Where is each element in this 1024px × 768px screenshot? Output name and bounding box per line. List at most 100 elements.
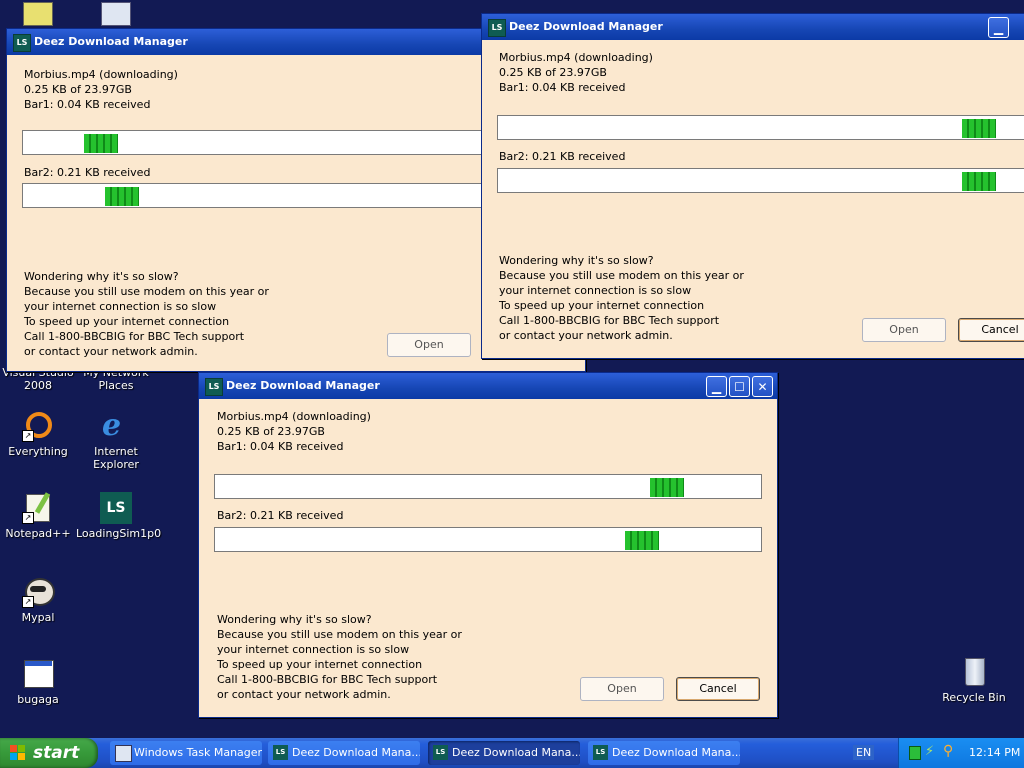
tray-app-icon[interactable] xyxy=(909,746,921,760)
start-label: start xyxy=(33,743,80,763)
message-line: or contact your network admin. xyxy=(24,345,198,358)
shortcut-arrow-icon: ↗ xyxy=(22,512,34,524)
minimize-icon: ▁ xyxy=(711,380,722,394)
desktop-icon-bugaga[interactable]: bugaga xyxy=(0,658,78,706)
bugaga-icon xyxy=(22,658,54,690)
progress-bar-2 xyxy=(214,527,762,552)
ls-app-icon: LS xyxy=(273,745,288,760)
cancel-button[interactable]: Cancel xyxy=(958,318,1024,342)
start-button[interactable]: start xyxy=(0,738,98,768)
open-button[interactable]: Open xyxy=(387,333,471,357)
progress-marquee xyxy=(962,119,996,138)
download-info: Morbius.mp4 (downloading) 0.25 KB of 23.… xyxy=(499,50,653,95)
desktop-icon-recycle-bin[interactable]: Recycle Bin xyxy=(934,656,1014,704)
search-icon[interactable]: ⚲ xyxy=(943,743,953,759)
cancel-button[interactable]: Cancel xyxy=(676,677,760,701)
minimize-icon: ▁ xyxy=(993,21,1004,35)
file-line: Morbius.mp4 (downloading) xyxy=(24,68,178,81)
minimize-button[interactable]: ▁ xyxy=(988,17,1009,38)
clock[interactable]: 12:14 PM xyxy=(969,746,1020,759)
bar2-label: Bar2: 0.21 KB received xyxy=(499,150,626,163)
message-line: Wondering why it's so slow? xyxy=(217,613,372,626)
desktop-icon-network-places[interactable] xyxy=(76,2,156,29)
language-indicator[interactable]: EN xyxy=(853,745,875,760)
ls-app-icon: LS xyxy=(433,745,448,760)
desktop-icon-visual-studio[interactable] xyxy=(0,2,78,29)
task-manager-icon xyxy=(115,745,132,762)
shortcut-arrow-icon: ↗ xyxy=(22,596,34,608)
progress-marquee xyxy=(962,172,996,191)
app-icon: LS xyxy=(205,378,223,396)
maximize-button[interactable]: ☐ xyxy=(729,376,750,397)
app-icon: LS xyxy=(488,19,506,37)
bar1-label: Bar1: 0.04 KB received xyxy=(499,81,626,94)
internet-explorer-icon: e xyxy=(102,408,122,443)
progress-bar-1 xyxy=(214,474,762,499)
close-icon: ✕ xyxy=(757,380,768,394)
message-line: Because you still use modem on this year… xyxy=(499,269,744,282)
open-button[interactable]: Open xyxy=(580,677,664,701)
progress-marquee xyxy=(625,531,659,550)
mypal-label: Mypal xyxy=(21,611,55,624)
task-label: Windows Task Manager xyxy=(134,746,262,759)
desktop-icon-everything[interactable]: ↗ Everything xyxy=(0,410,78,458)
recycle-bin-icon xyxy=(958,656,990,688)
windows-flag-icon xyxy=(10,745,26,761)
task-download-manager-1[interactable]: LS Deez Download Mana... xyxy=(268,741,420,765)
message-line: Call 1-800-BBCBIG for BBC Tech support xyxy=(499,314,720,327)
task-label: Deez Download Mana... xyxy=(452,746,580,759)
window-title: Deez Download Manager xyxy=(509,20,663,33)
bar2-label: Bar2: 0.21 KB received xyxy=(217,509,344,522)
task-label: Deez Download Mana... xyxy=(612,746,740,759)
size-line: 0.25 KB of 23.97GB xyxy=(499,66,607,79)
ls-app-icon: LS xyxy=(593,745,608,760)
progress-bar-1 xyxy=(497,115,1024,140)
network-icon[interactable]: ⚡ xyxy=(925,744,934,759)
desktop-icon-notepad-plus-plus[interactable]: ↗ Notepad++ xyxy=(0,492,78,540)
size-line: 0.25 KB of 23.97GB xyxy=(24,83,132,96)
window-title: Deez Download Manager xyxy=(34,35,188,48)
download-info: Morbius.mp4 (downloading) 0.25 KB of 23.… xyxy=(24,67,178,112)
file-line: Morbius.mp4 (downloading) xyxy=(217,410,371,423)
message-line: Wondering why it's so slow? xyxy=(499,254,654,267)
message-line: Wondering why it's so slow? xyxy=(24,270,179,283)
task-download-manager-3[interactable]: LS Deez Download Mana... xyxy=(588,741,740,765)
app-icon: LS xyxy=(13,34,31,52)
system-tray: ⚡ ⚲ 12:14 PM xyxy=(898,738,1024,768)
message-line: Call 1-800-BBCBIG for BBC Tech support xyxy=(217,673,438,686)
message-line: your internet connection is so slow xyxy=(499,284,692,297)
desktop-icon-internet-explorer[interactable]: e Internet Explorer xyxy=(76,408,156,472)
download-window-right[interactable]: LS Deez Download Manager ▁ Morbius.mp4 (… xyxy=(481,13,1024,359)
download-window-front[interactable]: LS Deez Download Manager ▁ ☐ ✕ Morbius.m… xyxy=(198,372,778,718)
shortcut-arrow-icon: ↗ xyxy=(22,430,34,442)
desktop-icon-loadingsim[interactable]: LS LoadingSim1p0 xyxy=(76,492,162,540)
loadingsim-icon: LS xyxy=(100,492,132,524)
message-line: your internet connection is so slow xyxy=(24,300,217,313)
notepad-plus-plus-label: Notepad++ xyxy=(5,527,71,540)
taskbar: start Windows Task Manager LS Deez Downl… xyxy=(0,738,1024,768)
bar1-label: Bar1: 0.04 KB received xyxy=(24,98,151,111)
task-task-manager[interactable]: Windows Task Manager xyxy=(110,741,262,765)
mypal-icon: ↗ xyxy=(22,576,55,608)
progress-marquee xyxy=(650,478,684,497)
window-titlebar[interactable]: LS Deez Download Manager ▁ ☐ ✕ xyxy=(199,373,777,399)
task-download-manager-2[interactable]: LS Deez Download Mana... xyxy=(428,741,580,765)
desktop-icon-mypal[interactable]: ↗ Mypal xyxy=(0,576,78,624)
window-client: Morbius.mp4 (downloading) 0.25 KB of 23.… xyxy=(482,41,1024,358)
message-line: To speed up your internet connection xyxy=(24,315,230,328)
notepad-plus-plus-icon: ↗ xyxy=(22,492,54,524)
slow-message: Wondering why it's so slow? Because you … xyxy=(499,253,744,343)
minimize-button[interactable]: ▁ xyxy=(706,376,727,397)
message-line: Because you still use modem on this year… xyxy=(24,285,269,298)
progress-bar-2 xyxy=(497,168,1024,193)
open-button[interactable]: Open xyxy=(862,318,946,342)
task-label: Deez Download Mana... xyxy=(292,746,420,759)
progress-marquee xyxy=(84,134,118,153)
progress-marquee xyxy=(105,187,139,206)
close-button[interactable]: ✕ xyxy=(752,376,773,397)
maximize-icon: ☐ xyxy=(734,380,745,394)
window-client: Morbius.mp4 (downloading) 0.25 KB of 23.… xyxy=(199,400,777,717)
window-titlebar[interactable]: LS Deez Download Manager ▁ xyxy=(482,14,1024,40)
bar2-label: Bar2: 0.21 KB received xyxy=(24,166,151,179)
loadingsim-label: LoadingSim1p0 xyxy=(76,527,162,540)
